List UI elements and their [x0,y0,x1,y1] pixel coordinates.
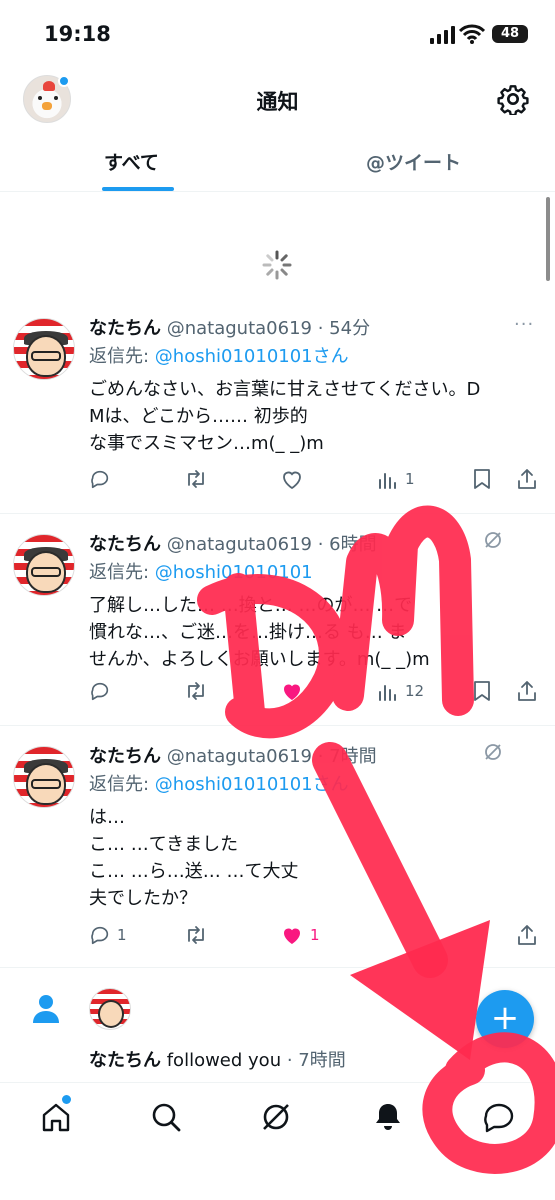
messages-icon[interactable] [482,1101,516,1133]
retweet-icon [188,926,204,944]
wifi-icon [459,24,485,44]
grok-icon[interactable] [260,1101,292,1133]
tweet-actions: 1 [0,468,555,496]
display-name[interactable]: なたちん [89,534,161,555]
share-icon [518,925,536,945]
share-icon [518,681,536,701]
notification-tweet[interactable]: なたちん @nataguta0619 · 7時間 返信先: @hoshi0101… [0,726,555,968]
views-button[interactable]: 12 [377,680,424,702]
mention-link[interactable]: @hoshi01010101さん [155,774,349,795]
views-button[interactable]: 1 [377,468,415,490]
follow-notification[interactable]: なたちん followed you · 7時間 [0,968,555,1080]
bookmark-button[interactable] [472,680,492,702]
timestamp: 6時間 [329,534,377,555]
follow-text: なたちん followed you · 7時間 [89,1050,346,1071]
share-button[interactable] [516,468,538,490]
spinner-icon [262,250,292,280]
mention-link[interactable]: @hoshi01010101 [155,562,313,583]
avatar[interactable] [13,318,75,380]
handle: @nataguta0619 [166,746,312,767]
handle: @nataguta0619 [166,318,312,339]
reply-count: 1 [117,926,127,944]
retweet-button[interactable] [184,468,208,490]
timestamp: 7時間 [329,746,377,767]
bottom-tab-bar [0,1082,555,1200]
search-icon[interactable] [150,1101,182,1133]
reply-button[interactable]: 1 [89,924,127,946]
scrollbar[interactable] [546,197,550,281]
tweet-header: なたちん @nataguta0619 · 7時間 [89,746,377,767]
tweet-text: ごめんなさい、お言葉に甘えさせてください。D Mは、どこから…… 初歩的 な事で… [89,379,481,454]
retweet-icon [188,682,204,700]
tweet-actions: 1 1 [0,924,555,952]
reply-context: 返信先: @hoshi01010101 [89,562,313,583]
reply-icon [91,926,109,945]
share-button[interactable] [516,924,538,946]
gear-icon[interactable] [497,83,529,115]
share-icon [518,469,536,489]
share-button[interactable] [516,680,538,702]
display-name[interactable]: なたちん [89,318,161,339]
more-options-icon[interactable]: ··· [514,314,534,335]
avatar[interactable] [89,988,131,1030]
like-button[interactable] [280,680,310,702]
reply-context: 返信先: @hoshi01010101さん [89,774,349,795]
like-icon [284,928,300,944]
tab-active-indicator [102,187,174,191]
bookmark-button[interactable] [472,468,492,490]
retweet-icon [188,470,204,488]
retweet-button[interactable] [184,924,208,946]
compose-button[interactable]: + [476,990,534,1048]
like-icon [284,684,300,700]
tweet-text: 了解し…した… …換と… …のが… …で 慣れな…、ご迷…を…掛け…る も… ま… [89,595,430,670]
timestamp: · 7時間 [281,1050,346,1071]
tweet-header: なたちん @nataguta0619 · 6時間 [89,534,377,555]
tweet-header: なたちん @nataguta0619 · 54分 [89,318,371,339]
grok-icon[interactable] [483,530,503,550]
signal-icon [430,26,455,44]
mention-link[interactable]: @hoshi01010101さん [155,346,349,367]
battery-indicator: 48 [492,25,528,43]
notification-tabs: すべて @ツイート [0,132,555,192]
retweet-button[interactable] [184,680,208,702]
grok-icon[interactable] [483,742,503,762]
reply-context: 返信先: @hoshi01010101さん [89,346,349,367]
views-icon [379,685,396,701]
like-button[interactable]: 1 [280,924,320,946]
like-icon [283,471,301,490]
status-bar: 19:18 48 [0,0,555,66]
notification-tweet[interactable]: なたちん @nataguta0619 · 6時間 返信先: @hoshi0101… [0,514,555,726]
reply-button[interactable] [89,468,117,490]
timestamp: 54分 [329,318,371,339]
reply-icon [91,470,109,489]
display-name[interactable]: なたちん [89,1050,161,1071]
home-icon[interactable] [40,1101,72,1133]
reply-button[interactable] [89,680,117,702]
avatar[interactable] [13,746,75,808]
handle: @nataguta0619 [166,534,312,555]
home-notification-dot [62,1095,71,1104]
tweet-text: は… こ… …てきました こ… …ら…送… …て大丈 夫でしたか？ [89,807,299,909]
person-icon [33,995,59,1023]
like-count: 1 [310,926,320,944]
tab-mentions[interactable]: @ツイート [366,148,461,175]
bookmark-icon [474,469,490,489]
views-icon [379,473,396,489]
avatar[interactable] [13,534,75,596]
like-button[interactable] [280,468,310,490]
tab-all[interactable]: すべて [104,148,159,175]
reply-icon [91,682,109,701]
bell-icon[interactable] [372,1101,404,1133]
tweet-actions: 12 [0,680,555,708]
header: 通知 [0,66,555,132]
display-name[interactable]: なたちん [89,746,161,767]
page-title: 通知 [256,90,299,114]
status-time: 19:18 [44,22,111,46]
notification-tweet[interactable]: なたちん @nataguta0619 · 54分 ··· 返信先: @hoshi… [0,298,555,514]
bookmark-icon [474,681,490,701]
